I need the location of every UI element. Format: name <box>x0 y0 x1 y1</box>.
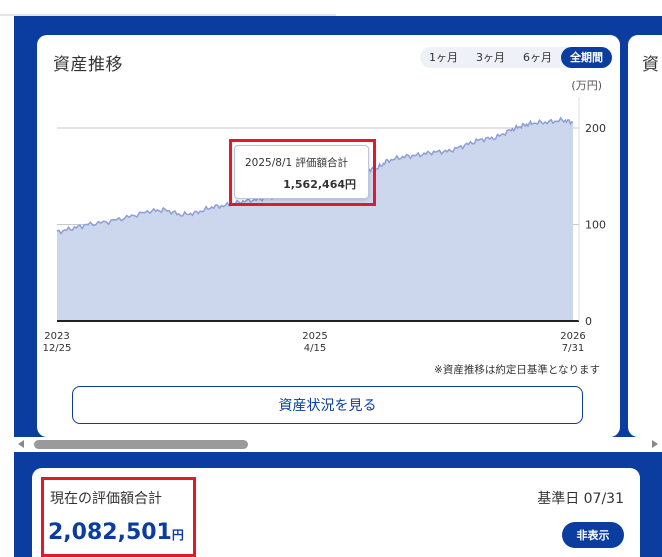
scroll-thumb[interactable] <box>34 440 248 449</box>
highlight-frame-total <box>41 477 196 557</box>
x-tick-date-0: 12/25 <box>43 343 72 354</box>
y-tick-label-0: 0 <box>585 315 592 328</box>
x-tick-date-2: 7/31 <box>562 343 584 354</box>
basis-note: ※資産推移は約定日基準となります <box>434 364 600 376</box>
asset-history-card: 資産推移 1ヶ月 3ヶ月 6ヶ月 全期間 (万円) 0 100 200 2023 12/25 2… <box>37 35 620 437</box>
highlight-frame-tooltip <box>229 139 376 206</box>
next-card-title: 資 <box>642 55 659 75</box>
y-tick-label-200: 200 <box>585 122 606 135</box>
x-tick-year-2: 2026 <box>560 331 585 342</box>
scroll-left-arrow-icon[interactable] <box>18 440 24 448</box>
scroll-right-arrow-icon[interactable] <box>652 440 658 448</box>
hide-button[interactable]: 非表示 <box>562 522 624 548</box>
x-tick-date-1: 4/15 <box>304 343 326 354</box>
next-card-peek[interactable]: 資 <box>628 35 662 437</box>
base-date-label: 基準日 07/31 <box>537 491 624 507</box>
y-tick-label-100: 100 <box>585 219 606 232</box>
view-asset-status-button[interactable]: 資産状況を見る <box>72 386 583 424</box>
x-tick-year-0: 2023 <box>44 331 69 342</box>
horizontal-scrollbar[interactable] <box>14 437 662 452</box>
top-white-area <box>336 0 662 16</box>
x-tick-year-1: 2025 <box>302 331 327 342</box>
